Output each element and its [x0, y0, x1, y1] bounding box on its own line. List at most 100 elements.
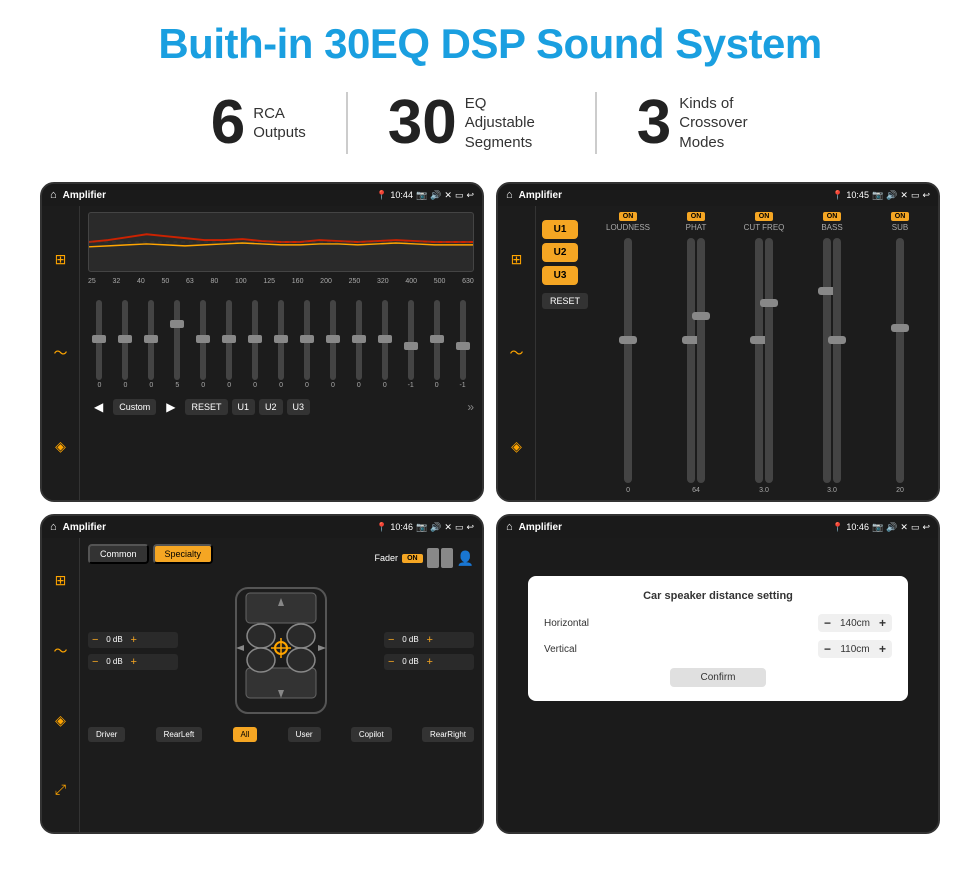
- fader-rect-icon: ▭: [455, 522, 464, 533]
- fader-left-top-minus[interactable]: −: [92, 634, 98, 646]
- fader-sidebar-wave-icon[interactable]: 〜: [54, 641, 68, 661]
- stat-crossover: 3 Kinds ofCrossover Modes: [597, 92, 809, 154]
- sub-on-badge: ON: [891, 212, 910, 221]
- bass-slider-g[interactable]: [833, 238, 841, 483]
- fader-left-top-db: − 0 dB +: [88, 632, 178, 648]
- eq-u3-button[interactable]: U3: [287, 399, 311, 415]
- eq-u2-button[interactable]: U2: [259, 399, 283, 415]
- distance-confirm-row: Confirm: [544, 668, 892, 687]
- distance-back-icon[interactable]: ↩: [922, 522, 930, 533]
- fader-close-icon: ✕: [444, 522, 452, 533]
- cutfreq-slider-f[interactable]: [755, 238, 763, 483]
- distance-topbar: ⌂ Amplifier 📍 10:46 📷 🔊 ✕ ▭ ↩: [498, 516, 938, 538]
- eq-slider-4: 0: [192, 300, 215, 389]
- fader-on-badge: ON: [402, 554, 423, 563]
- eq-next-button[interactable]: ▶: [160, 397, 181, 417]
- distance-rect-icon: ▭: [911, 522, 920, 533]
- eq-prev-button[interactable]: ◀: [88, 397, 109, 417]
- crossover-reset-button[interactable]: RESET: [542, 293, 588, 309]
- crossover-sidebar-eq-icon[interactable]: ⊞: [511, 251, 523, 268]
- car-layout-center: [182, 578, 380, 723]
- fader-left-bottom-plus[interactable]: +: [130, 656, 136, 668]
- eq-sidebar-wave-icon[interactable]: 〜: [54, 343, 68, 363]
- crossover-pin-icon: 📍: [832, 190, 843, 201]
- eq-custom-button[interactable]: Custom: [113, 399, 156, 415]
- eq-pin-icon: 📍: [376, 190, 387, 201]
- distance-dialog-title: Car speaker distance setting: [544, 590, 892, 602]
- fader-sidebar-vol-icon[interactable]: ◈: [55, 712, 66, 729]
- distance-home-icon[interactable]: ⌂: [506, 521, 513, 533]
- eq-slider-0: 0: [88, 300, 111, 389]
- sub-slider-g[interactable]: [896, 238, 904, 483]
- crossover-icons: 📍 10:45 📷 🔊 ✕ ▭ ↩: [832, 190, 930, 201]
- crossover-sidebar-wave-icon[interactable]: 〜: [510, 343, 524, 363]
- crossover-home-icon[interactable]: ⌂: [506, 189, 513, 201]
- fader-right-bottom-plus[interactable]: +: [426, 656, 432, 668]
- phat-slider-f[interactable]: [697, 238, 705, 483]
- fader-common-tab[interactable]: Common: [88, 544, 149, 564]
- eq-reset-button[interactable]: RESET: [185, 399, 227, 415]
- page-wrapper: Buith-in 30EQ DSP Sound System 6 RCAOutp…: [0, 0, 980, 854]
- distance-dialog: Car speaker distance setting Horizontal …: [528, 576, 908, 701]
- fader-home-icon[interactable]: ⌂: [50, 521, 57, 533]
- phat-slider-g[interactable]: [687, 238, 695, 483]
- fader-all-button[interactable]: All: [233, 727, 258, 742]
- loudness-slider[interactable]: [624, 238, 632, 483]
- fader-right-bottom-minus[interactable]: −: [388, 656, 394, 668]
- crossover-back-icon[interactable]: ↩: [922, 190, 930, 201]
- fader-slider-1[interactable]: [427, 548, 439, 568]
- fader-left-bottom-minus[interactable]: −: [92, 656, 98, 668]
- fader-right-top-minus[interactable]: −: [388, 634, 394, 646]
- distance-vol-icon: 🔊: [886, 522, 897, 533]
- fader-user-button[interactable]: User: [288, 727, 321, 742]
- fader-sidebar-eq-icon[interactable]: ⊞: [55, 572, 67, 589]
- distance-horizontal-minus[interactable]: −: [824, 616, 831, 630]
- eq-cam-icon: 📷: [416, 190, 427, 201]
- sub-label: SUB: [892, 223, 908, 232]
- eq-slider-10: 0: [347, 300, 370, 389]
- fader-right-top-plus[interactable]: +: [426, 634, 432, 646]
- fader-rearright-button[interactable]: RearRight: [422, 727, 474, 742]
- fader-copilot-button[interactable]: Copilot: [351, 727, 392, 742]
- distance-horizontal-plus[interactable]: +: [879, 616, 886, 630]
- fader-rearleft-button[interactable]: RearLeft: [156, 727, 203, 742]
- fader-sidebar-expand-icon[interactable]: ⤢: [55, 781, 66, 798]
- distance-pin-icon: 📍: [832, 522, 843, 533]
- eq-home-icon[interactable]: ⌂: [50, 189, 57, 201]
- crossover-sidebar-vol-icon[interactable]: ◈: [511, 438, 522, 455]
- fader-driver-button[interactable]: Driver: [88, 727, 125, 742]
- crossover-vol-icon: 🔊: [886, 190, 897, 201]
- fader-back-icon[interactable]: ↩: [466, 522, 474, 533]
- fader-profile-icon[interactable]: 👤: [457, 550, 474, 567]
- eq-close-icon: ✕: [444, 190, 452, 201]
- fader-time: 10:46: [390, 522, 413, 532]
- eq-slider-14: -1: [451, 300, 474, 389]
- distance-vertical-plus[interactable]: +: [879, 642, 886, 656]
- crossover-time: 10:45: [846, 190, 869, 200]
- fader-specialty-tab[interactable]: Specialty: [153, 544, 214, 564]
- crossover-u2-button[interactable]: U2: [542, 243, 578, 262]
- distance-vertical-value: 110cm: [835, 644, 875, 655]
- distance-time: 10:46: [846, 522, 869, 532]
- eq-sidebar-vol-icon[interactable]: ◈: [55, 438, 66, 455]
- crossover-cam-icon: 📷: [872, 190, 883, 201]
- eq-u1-button[interactable]: U1: [232, 399, 256, 415]
- eq-vol-icon: 🔊: [430, 190, 441, 201]
- screens-grid: ⌂ Amplifier 📍 10:44 📷 🔊 ✕ ▭ ↩ ⊞ 〜 ◈: [40, 182, 940, 834]
- fader-left-bottom-value: 0 dB: [100, 657, 128, 666]
- eq-back-icon[interactable]: ↩: [466, 190, 474, 201]
- crossover-u1-button[interactable]: U1: [542, 220, 578, 239]
- eq-freq-labels: 253240 506380 100125160 200250320 400500…: [88, 278, 474, 285]
- cutfreq-slider-g[interactable]: [765, 238, 773, 483]
- bass-slider-f[interactable]: [823, 238, 831, 483]
- eq-sidebar-eq-icon[interactable]: ⊞: [55, 251, 67, 268]
- distance-close-icon: ✕: [900, 522, 908, 533]
- eq-slider-3: 5: [166, 300, 189, 389]
- crossover-u3-button[interactable]: U3: [542, 266, 578, 285]
- fader-slider-2[interactable]: [441, 548, 453, 568]
- fader-left-top-plus[interactable]: +: [130, 634, 136, 646]
- distance-vertical-minus[interactable]: −: [824, 642, 831, 656]
- distance-confirm-button[interactable]: Confirm: [670, 668, 765, 687]
- fader-pin-icon: 📍: [376, 522, 387, 533]
- fader-sidebar: ⊞ 〜 ◈ ⤢: [42, 538, 80, 832]
